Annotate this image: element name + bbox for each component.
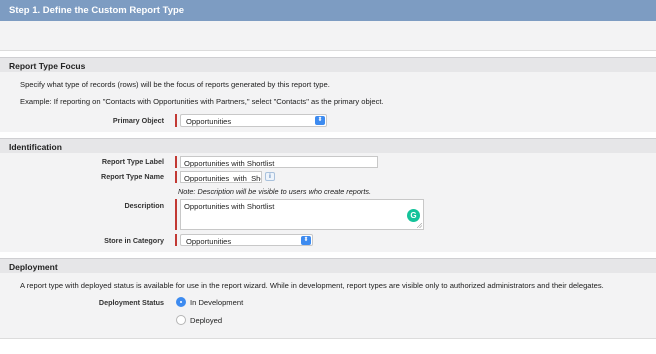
grammarly-icon[interactable]: G — [407, 209, 420, 222]
header-spacer — [0, 21, 656, 50]
report-type-name-label: Report Type Name — [101, 172, 164, 181]
resize-handle-icon[interactable] — [417, 223, 422, 228]
description-note: Note: Description will be visible to use… — [178, 187, 372, 196]
category-select[interactable]: Opportunities ⬍ — [180, 234, 313, 246]
required-indicator — [175, 114, 177, 127]
focus-description: Specify what type of records (rows) will… — [20, 80, 330, 89]
focus-heading: Report Type Focus — [0, 57, 656, 72]
divider — [0, 50, 656, 51]
deployment-heading: Deployment — [0, 258, 656, 273]
deployment-description: A report type with deployed status is av… — [20, 281, 604, 290]
description-textarea[interactable]: Opportunities with Shortlist G — [180, 199, 424, 230]
category-label: Store in Category — [104, 236, 164, 245]
description-label: Description — [124, 201, 164, 210]
chevron-updown-icon: ⬍ — [315, 116, 325, 125]
radio-in-development[interactable] — [176, 297, 186, 307]
primary-object-value: Opportunities — [186, 117, 232, 126]
divider — [0, 338, 656, 339]
option-in-development[interactable]: In Development — [190, 298, 243, 307]
required-indicator — [175, 171, 177, 183]
option-deployed[interactable]: Deployed — [190, 316, 222, 325]
page-header: Step 1. Define the Custom Report Type — [0, 0, 656, 21]
report-type-name-input[interactable]: Opportunities_with_Shor — [180, 171, 262, 183]
report-type-label-label: Report Type Label — [101, 157, 164, 166]
required-indicator — [175, 199, 177, 230]
primary-object-select[interactable]: Opportunities ⬍ — [180, 114, 327, 127]
description-value: Opportunities with Shortlist — [184, 202, 275, 211]
report-type-label-input[interactable]: Opportunities with Shortlist — [180, 156, 378, 168]
identification-heading: Identification — [0, 138, 656, 153]
radio-deployed[interactable] — [176, 315, 186, 325]
info-icon[interactable]: i — [265, 172, 275, 181]
focus-example: Example: If reporting on "Contacts with … — [20, 97, 384, 106]
page-title: Step 1. Define the Custom Report Type — [9, 5, 185, 16]
required-indicator — [175, 156, 177, 168]
deployment-status-label: Deployment Status — [98, 298, 164, 307]
primary-object-label: Primary Object — [112, 116, 164, 125]
category-value: Opportunities — [186, 237, 232, 246]
chevron-updown-icon: ⬍ — [301, 236, 311, 245]
required-indicator — [175, 234, 177, 246]
